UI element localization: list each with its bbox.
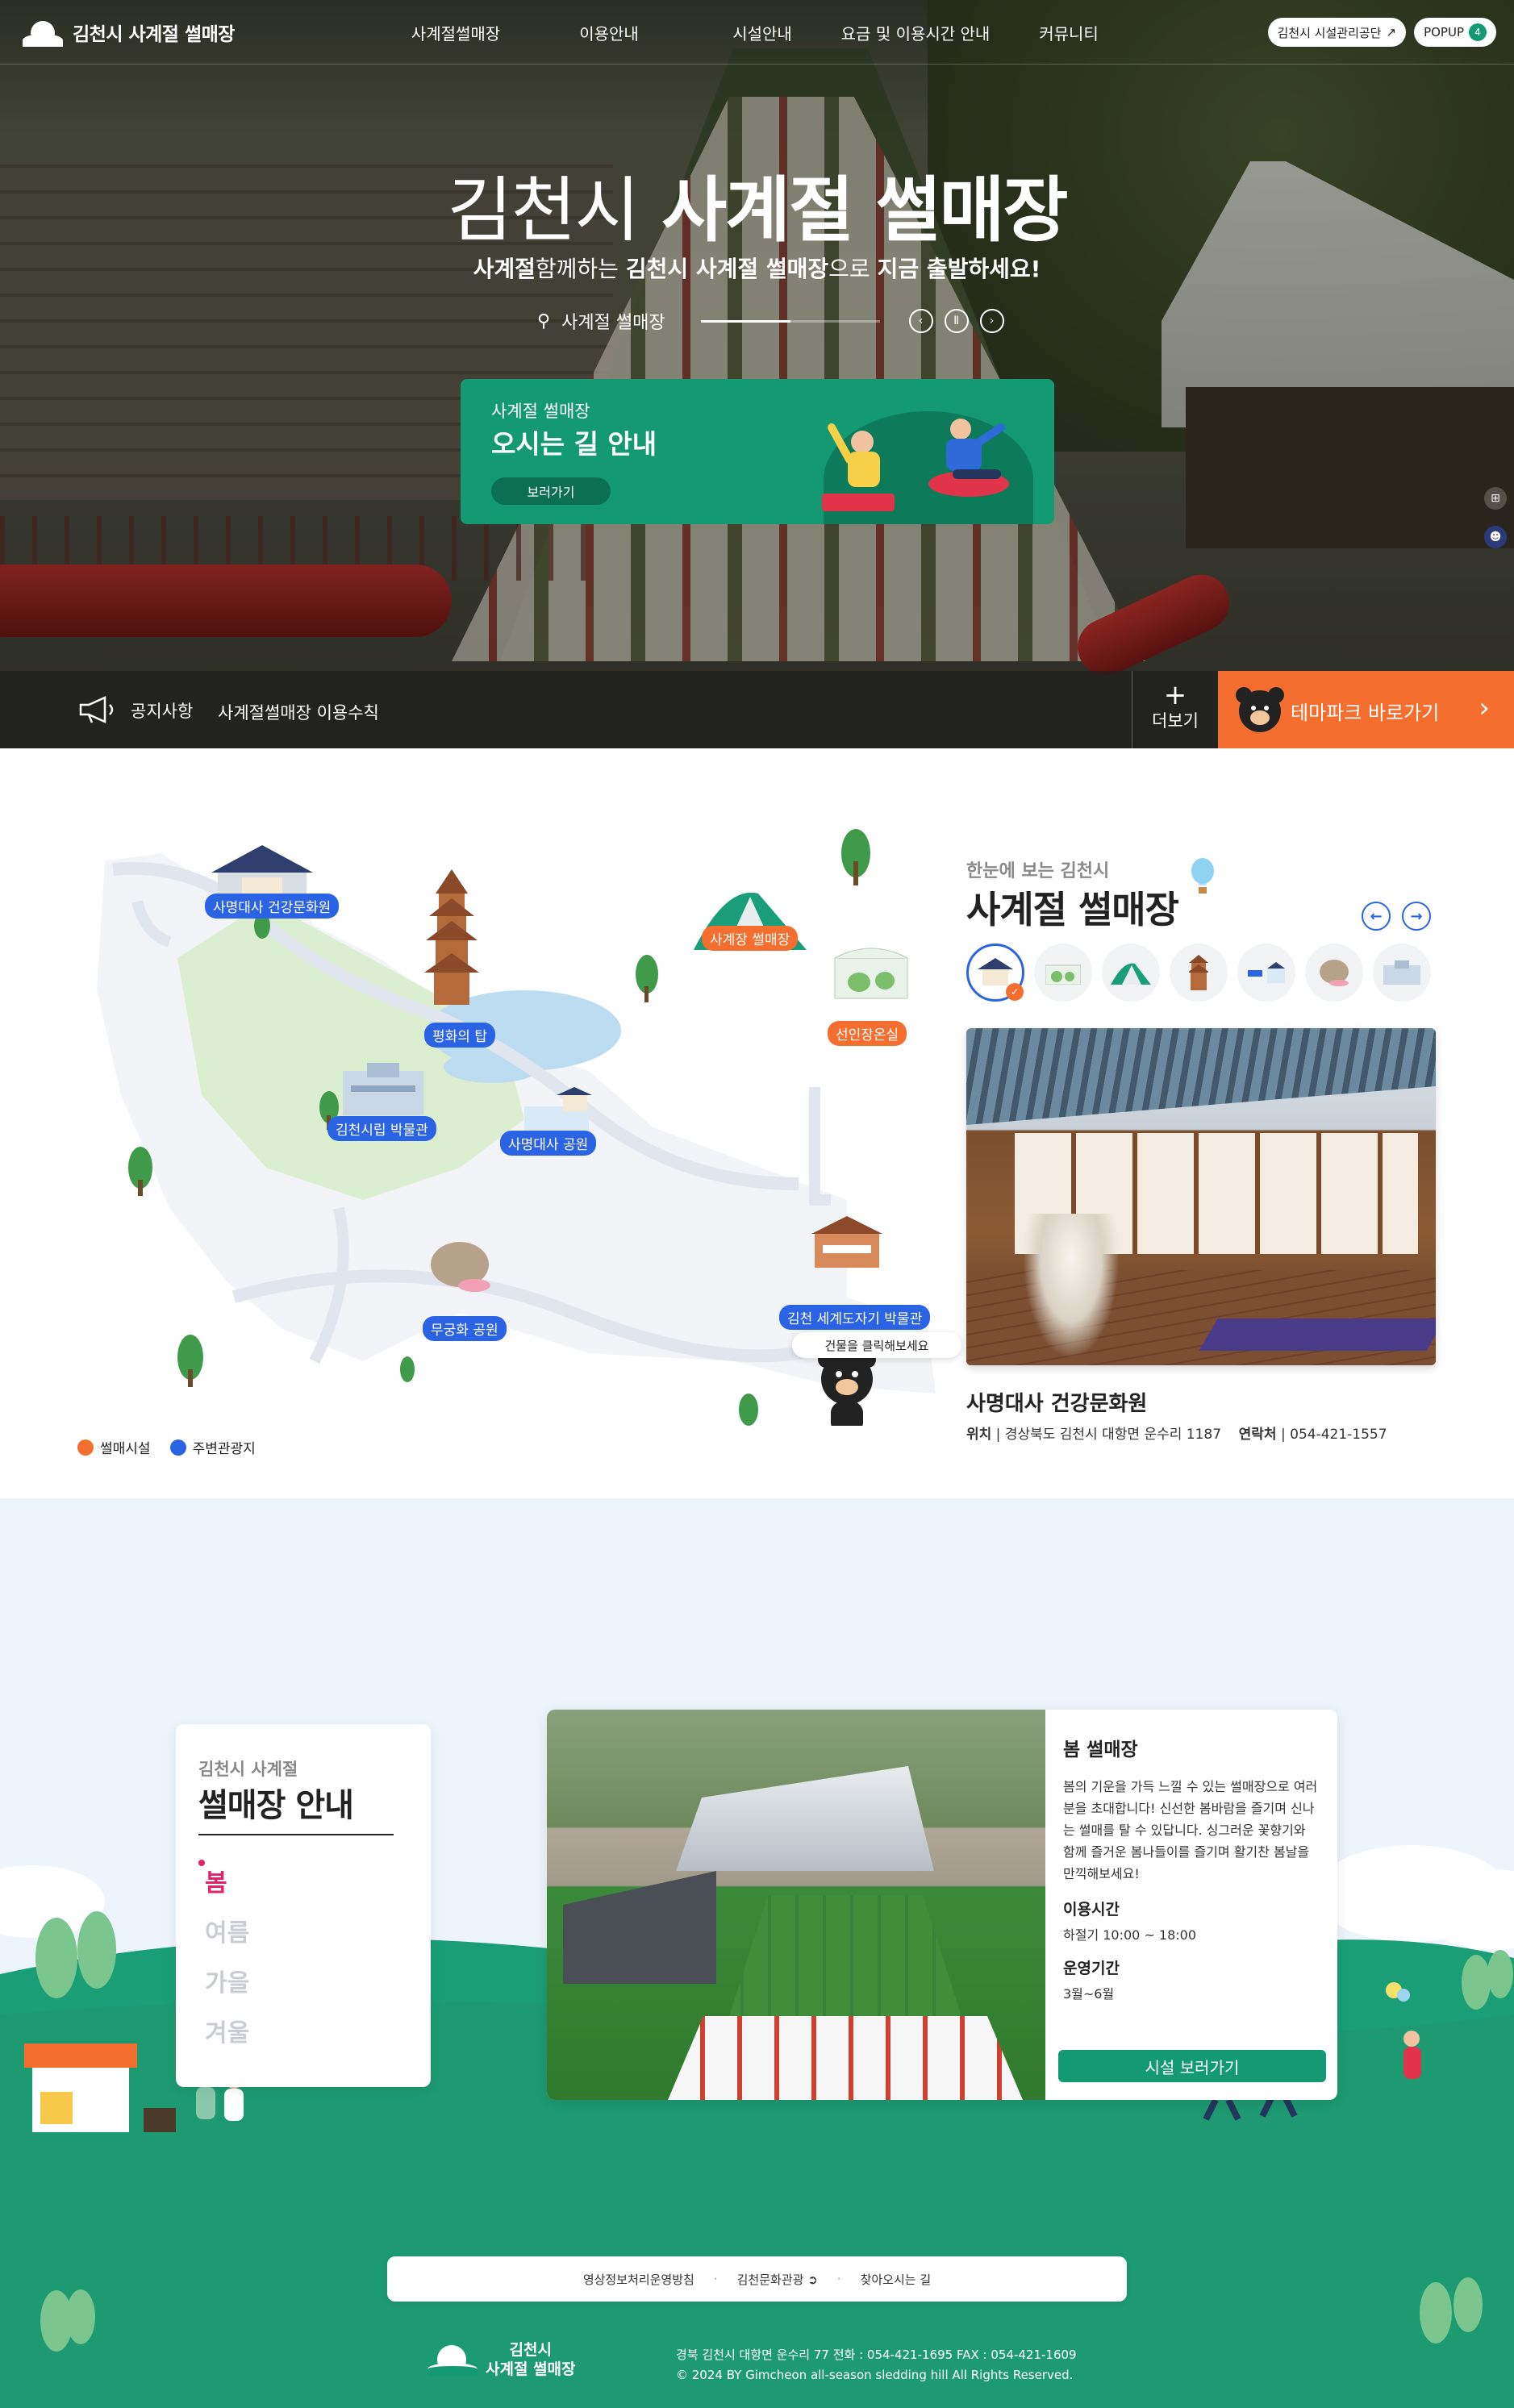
next-slide-button[interactable]: › — [979, 309, 1004, 333]
thumb-park[interactable] — [1237, 944, 1295, 1002]
thumb-rock-park[interactable] — [1305, 944, 1363, 1002]
nav-item-facility[interactable]: 시설안내 — [686, 21, 839, 44]
main-nav: 사계절썰매장 이용안내 시설안내 요금 및 이용시간 안내 커뮤니티 — [379, 21, 1145, 44]
footer-address: 경북 김천시 대항면 운수리 77 전화 : 054-421-1695 FAX … — [676, 2348, 1077, 2382]
pause-slide-button[interactable]: Ⅱ — [944, 309, 969, 333]
season-info-title: 봄 썰매장 — [1063, 1739, 1138, 1760]
notice-label: 공지사항 — [131, 702, 194, 721]
season-info: 봄 썰매장 봄의 기운을 가득 느낄 수 있는 썰매장으로 여러분을 초대합니다… — [1063, 1734, 1321, 2002]
season-title: 썰매장 안내 — [198, 1787, 354, 1824]
notice-bar: 공지사항 사계절썰매장 이용수칙 + 더보기 테마파크 바로가기 › — [0, 671, 1514, 748]
facility-corp-link[interactable]: 김천시 시설관리공단 ↗ — [1267, 18, 1407, 47]
legend-tour: 주변관광지 — [169, 1437, 256, 1457]
tab-autumn[interactable]: 가을 — [205, 1963, 249, 2013]
tour-thumbnails: ✓ — [966, 944, 1431, 1002]
map-legend: 썰매시설 주변관광지 — [77, 1437, 256, 1457]
qr-icon[interactable]: ⊞ — [1484, 487, 1507, 510]
view-facility-button[interactable]: 시설 보러가기 — [1058, 2050, 1326, 2082]
map-place-peace-tower[interactable]: 평화의 탑 — [424, 1023, 495, 1048]
map-place-ceramic-museum[interactable]: 김천 세계도자기 박물관 — [779, 1305, 931, 1330]
tour-next-button[interactable]: → — [1402, 902, 1431, 931]
tab-winter[interactable]: 겨울 — [205, 2013, 249, 2063]
external-link-icon: ↗ — [1386, 25, 1397, 40]
legend-facility: 썰매시설 — [77, 1437, 151, 1457]
header-utilities: 김천시 시설관리공단 ↗ POPUP 4 — [1267, 18, 1496, 47]
season-detail-card: 봄 썰매장 봄의 기운을 가득 느낄 수 있는 썰매장으로 여러분을 초대합니다… — [547, 1710, 1337, 2100]
notice-item[interactable]: 사계절썰매장 이용수칙 — [218, 700, 379, 724]
period-value: 3월~6월 — [1063, 1986, 1115, 2002]
megaphone-icon — [79, 696, 114, 723]
chatbot-icon[interactable]: ☻ — [1484, 526, 1507, 548]
map-place-samyeong-health[interactable]: 사명대사 건강문화원 — [205, 894, 340, 919]
click-hint-bubble: 건물을 클릭해보세요 — [792, 1332, 961, 1358]
logo-text: 김천시 사계절 썰매장 — [73, 24, 235, 45]
period-label: 운영기간 — [1063, 1960, 1120, 1977]
directions-button[interactable]: 보러가기 — [491, 477, 611, 505]
tour-arrows: ← → — [1362, 902, 1431, 931]
chevron-right-icon: › — [1479, 692, 1490, 724]
tab-summer[interactable]: 여름 — [205, 1913, 249, 1963]
season-photo — [547, 1710, 1045, 2100]
hero-section: 김천시 사계절 썰매장 사계절썰매장 이용안내 시설안내 요금 및 이용시간 안… — [0, 0, 1514, 748]
thumb-sledding[interactable] — [1102, 944, 1160, 1002]
theme-park-button[interactable]: 테마파크 바로가기 › — [1218, 671, 1514, 748]
tab-spring[interactable]: 봄 — [198, 1860, 249, 1913]
place-photo — [966, 1028, 1436, 1365]
arrow-circle-icon: ➲ — [807, 2272, 818, 2287]
sledding-people-illustration — [799, 395, 1041, 524]
nav-item-fee[interactable]: 요금 및 이용시간 안내 — [839, 21, 992, 44]
thumb-greenhouse[interactable] — [1034, 944, 1092, 1002]
nav-item-sledding[interactable]: 사계절썰매장 — [379, 21, 532, 44]
footer-link-privacy[interactable]: 영상정보처리운영방침 — [583, 2271, 694, 2288]
site-logo[interactable]: 김천시 사계절 썰매장 — [23, 18, 235, 47]
site-header: 김천시 사계절 썰매장 사계절썰매장 이용안내 시설안내 요금 및 이용시간 안… — [0, 0, 1514, 65]
bear-mascot-icon — [1236, 687, 1284, 732]
map-place-mugunghwa-park[interactable]: 무궁화 공원 — [423, 1316, 507, 1341]
footer-link-culture[interactable]: 김천문화관광 ➲ — [737, 2271, 818, 2288]
footer-links: 영상정보처리운영방침 · 김천문화관광 ➲ · 찾아오시는 길 — [387, 2256, 1127, 2302]
prev-slide-button[interactable]: ‹ — [908, 309, 933, 333]
nav-item-community[interactable]: 커뮤니티 — [992, 21, 1145, 44]
footer-logo: 김천시 사계절 썰매장 — [428, 2340, 576, 2379]
tour-prev-button[interactable]: ← — [1362, 902, 1391, 931]
season-tabs: 봄 여름 가을 겨울 — [198, 1860, 249, 2063]
location-pin-icon: ⚲ — [537, 310, 551, 331]
hero-slider-controls: ⚲ 사계절 썰매장 ‹ Ⅱ › — [537, 308, 1004, 334]
map-place-sledding[interactable]: 사계장 썰매장 — [702, 926, 799, 951]
season-info-desc: 봄의 기운을 가득 느낄 수 있는 썰매장으로 여러분을 초대합니다! 신선한 … — [1063, 1779, 1318, 1881]
directions-card[interactable]: 사계절 썰매장 오시는 길 안내 보러가기 — [461, 379, 1054, 524]
balloon-icon — [1191, 858, 1214, 894]
map-place-samyeong-park[interactable]: 사명대사 공원 — [500, 1131, 597, 1156]
place-name: 사명대사 건강문화원 — [966, 1392, 1148, 1416]
hours-value: 하절기 10:00 ~ 18:00 — [1063, 1927, 1197, 1943]
thumb-pagoda[interactable] — [1170, 944, 1228, 1002]
thumb-city-museum[interactable] — [1373, 944, 1431, 1002]
nav-item-usage[interactable]: 이용안내 — [532, 21, 686, 44]
season-tab-card: 김천시 사계절 썰매장 안내 봄 여름 가을 겨울 — [176, 1724, 431, 2087]
season-kicker: 김천시 사계절 — [198, 1760, 298, 1779]
hours-label: 이용시간 — [1063, 1901, 1120, 1918]
plus-icon: + — [1163, 679, 1187, 711]
hero-subtitle: 사계절함께하는 김천시 사계절 썰매장으로 지금 출발하세요! — [473, 256, 1041, 282]
tour-kicker: 한눈에 보는 김천시 — [966, 861, 1110, 881]
slide-progress — [700, 319, 880, 323]
notice-more-button[interactable]: + 더보기 — [1132, 671, 1218, 748]
tour-title: 사계절 썰매장 — [966, 888, 1179, 931]
place-info: 위치 | 경상북도 김천시 대항면 운수리 1187 연락처 | 054-421… — [966, 1427, 1387, 1443]
footer-link-directions[interactable]: 찾아오시는 길 — [861, 2271, 932, 2288]
hero-title: 김천시 사계절 썰매장 — [447, 169, 1069, 252]
check-icon: ✓ — [1006, 983, 1024, 1001]
map-place-city-museum[interactable]: 김천시립 박물관 — [327, 1116, 436, 1141]
map-place-cactus-greenhouse[interactable]: 선인장온실 — [828, 1021, 907, 1046]
popup-button[interactable]: POPUP 4 — [1414, 18, 1496, 47]
popup-count-badge: 4 — [1469, 23, 1487, 41]
thumb-health-culture[interactable]: ✓ — [966, 944, 1024, 1002]
logo-mark-icon — [23, 18, 63, 47]
side-quick-icons: ⊞ ☻ — [1484, 487, 1507, 548]
slide-location: 사계절 썰매장 — [561, 313, 665, 333]
footer-logo-mark-icon — [428, 2343, 478, 2376]
